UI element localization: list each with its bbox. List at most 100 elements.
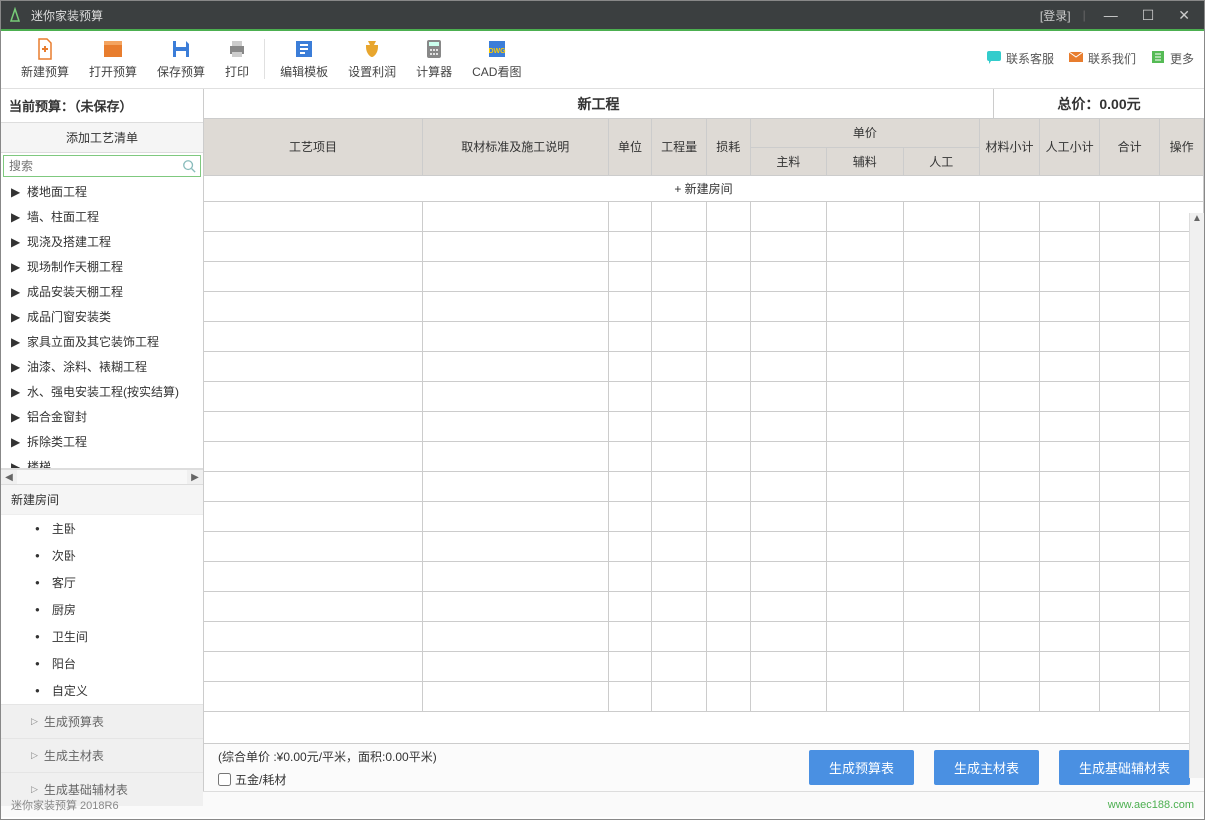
save-budget-button[interactable]: 保存预算 xyxy=(147,33,215,84)
search-button[interactable] xyxy=(178,156,200,176)
table-cell[interactable] xyxy=(204,471,422,501)
table-cell[interactable] xyxy=(903,561,979,591)
table-cell[interactable] xyxy=(903,651,979,681)
table-cell[interactable] xyxy=(608,321,652,351)
table-cell[interactable] xyxy=(1100,231,1160,261)
table-cell[interactable] xyxy=(1100,261,1160,291)
gen-budget-button[interactable]: 生成预算表 xyxy=(809,750,914,785)
table-cell[interactable] xyxy=(903,381,979,411)
table-cell[interactable] xyxy=(608,621,652,651)
table-cell[interactable] xyxy=(903,291,979,321)
table-cell[interactable] xyxy=(204,441,422,471)
table-cell[interactable] xyxy=(827,441,903,471)
room-item[interactable]: 厨房 xyxy=(1,596,203,623)
table-cell[interactable] xyxy=(706,231,750,261)
tree-item[interactable]: ▶拆除类工程 xyxy=(1,429,203,454)
new-budget-button[interactable]: 新建预算 xyxy=(11,33,79,84)
table-cell[interactable] xyxy=(1040,261,1100,291)
room-item[interactable]: 客厅 xyxy=(1,569,203,596)
tree-item[interactable]: ▶现场制作天棚工程 xyxy=(1,254,203,279)
table-cell[interactable] xyxy=(980,561,1040,591)
table-cell[interactable] xyxy=(1040,501,1100,531)
scroll-right-icon[interactable]: ▶ xyxy=(187,472,203,483)
table-cell[interactable] xyxy=(980,231,1040,261)
table-cell[interactable] xyxy=(980,471,1040,501)
table-cell[interactable] xyxy=(903,261,979,291)
table-cell[interactable] xyxy=(422,411,608,441)
table-cell[interactable] xyxy=(1040,381,1100,411)
table-cell[interactable] xyxy=(750,321,826,351)
table-cell[interactable] xyxy=(750,351,826,381)
more-link[interactable]: 更多 xyxy=(1150,49,1194,68)
table-cell[interactable] xyxy=(422,471,608,501)
minimize-button[interactable]: — xyxy=(1098,7,1124,23)
table-cell[interactable] xyxy=(827,591,903,621)
table-cell[interactable] xyxy=(750,531,826,561)
table-cell[interactable] xyxy=(422,201,608,231)
table-cell[interactable] xyxy=(1040,471,1100,501)
table-cell[interactable] xyxy=(1040,531,1100,561)
table-cell[interactable] xyxy=(827,201,903,231)
room-item[interactable]: 自定义 xyxy=(1,677,203,704)
table-cell[interactable] xyxy=(1040,291,1100,321)
room-item[interactable]: 主卧 xyxy=(1,515,203,542)
table-cell[interactable] xyxy=(1100,201,1160,231)
table-cell[interactable] xyxy=(1040,321,1100,351)
table-cell[interactable] xyxy=(750,201,826,231)
table-cell[interactable] xyxy=(827,651,903,681)
table-cell[interactable] xyxy=(750,651,826,681)
table-cell[interactable] xyxy=(608,531,652,561)
table-cell[interactable] xyxy=(827,561,903,591)
table-cell[interactable] xyxy=(608,381,652,411)
table-cell[interactable] xyxy=(1100,531,1160,561)
table-cell[interactable] xyxy=(750,591,826,621)
table-cell[interactable] xyxy=(608,651,652,681)
table-cell[interactable] xyxy=(652,381,707,411)
table-cell[interactable] xyxy=(652,321,707,351)
room-item[interactable]: 次卧 xyxy=(1,542,203,569)
tree-item[interactable]: ▶成品安装天棚工程 xyxy=(1,279,203,304)
table-cell[interactable] xyxy=(608,441,652,471)
table-cell[interactable] xyxy=(980,531,1040,561)
table-cell[interactable] xyxy=(706,471,750,501)
table-cell[interactable] xyxy=(980,291,1040,321)
table-cell[interactable] xyxy=(706,531,750,561)
craft-tree[interactable]: ▶楼地面工程▶墙、柱面工程▶现浇及搭建工程▶现场制作天棚工程▶成品安装天棚工程▶… xyxy=(1,179,203,469)
table-cell[interactable] xyxy=(827,471,903,501)
tree-item[interactable]: ▶现浇及搭建工程 xyxy=(1,229,203,254)
table-cell[interactable] xyxy=(1100,681,1160,711)
tree-item[interactable]: ▶油漆、涂料、裱糊工程 xyxy=(1,354,203,379)
new-room-cell[interactable]: + 新建房间 xyxy=(204,175,1204,201)
table-cell[interactable] xyxy=(750,231,826,261)
scroll-left-icon[interactable]: ◀ xyxy=(1,472,17,483)
tree-item[interactable]: ▶楼地面工程 xyxy=(1,179,203,204)
table-cell[interactable] xyxy=(903,531,979,561)
table-cell[interactable] xyxy=(827,351,903,381)
table-cell[interactable] xyxy=(706,411,750,441)
table-cell[interactable] xyxy=(1100,381,1160,411)
table-cell[interactable] xyxy=(204,561,422,591)
main-vscrollbar[interactable]: ▲ xyxy=(1189,213,1204,778)
table-cell[interactable] xyxy=(608,201,652,231)
table-cell[interactable] xyxy=(827,321,903,351)
tree-hscrollbar[interactable]: ◀ ▶ xyxy=(1,469,203,485)
gen-material-button[interactable]: 生成主材表 xyxy=(934,750,1039,785)
table-cell[interactable] xyxy=(1100,651,1160,681)
table-cell[interactable] xyxy=(1040,591,1100,621)
table-cell[interactable] xyxy=(706,351,750,381)
table-cell[interactable] xyxy=(652,591,707,621)
table-cell[interactable] xyxy=(422,681,608,711)
table-cell[interactable] xyxy=(652,261,707,291)
table-cell[interactable] xyxy=(706,441,750,471)
calculator-button[interactable]: 计算器 xyxy=(406,33,462,84)
table-cell[interactable] xyxy=(827,231,903,261)
table-cell[interactable] xyxy=(422,351,608,381)
table-cell[interactable] xyxy=(1040,441,1100,471)
table-cell[interactable] xyxy=(980,501,1040,531)
table-cell[interactable] xyxy=(652,441,707,471)
table-cell[interactable] xyxy=(204,501,422,531)
table-cell[interactable] xyxy=(1100,351,1160,381)
table-cell[interactable] xyxy=(204,291,422,321)
table-cell[interactable] xyxy=(1100,561,1160,591)
table-cell[interactable] xyxy=(827,501,903,531)
